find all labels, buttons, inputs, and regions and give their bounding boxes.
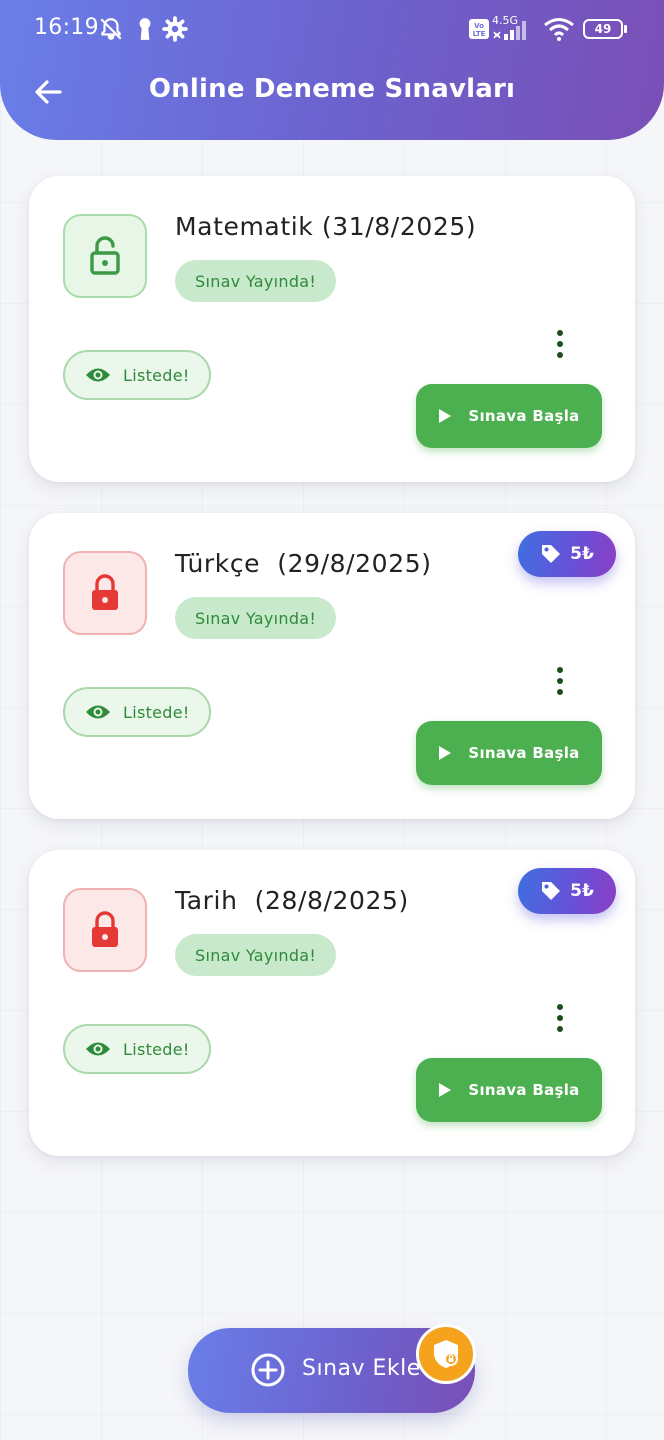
start-exam-label: Sınava Başla — [468, 407, 580, 425]
play-icon — [439, 1083, 452, 1097]
more-options-button[interactable] — [550, 1000, 570, 1036]
tag-icon — [542, 882, 561, 900]
more-options-button[interactable] — [550, 326, 570, 362]
listed-badge[interactable]: Listede! — [63, 350, 211, 400]
exam-card-turkce: Türkçe (29/8/2025) Sınav Yayında! 5₺ Lis… — [29, 513, 635, 819]
battery-tip — [624, 25, 627, 33]
lock-icon — [92, 911, 118, 947]
eye-icon — [86, 705, 110, 719]
svg-text:Vo: Vo — [474, 22, 484, 30]
more-options-button[interactable] — [550, 663, 570, 699]
exam-title: Türkçe (29/8/2025) — [175, 549, 432, 578]
signal-icon — [493, 21, 526, 40]
more-vert-icon — [557, 667, 563, 673]
svg-text:LTE: LTE — [473, 30, 486, 38]
status-bar: 16:19 Vo LTE 4.5G 49 — [0, 0, 664, 58]
status-badge: Sınav Yayında! — [175, 260, 337, 302]
lock-status — [63, 551, 147, 635]
page-title: Online Deneme Sınavları — [148, 74, 516, 104]
exam-card-tarih: Tarih (28/8/2025) Sınav Yayında! 5₺ List… — [29, 850, 635, 1156]
status-badge: Sınav Yayında! — [175, 934, 337, 976]
lock-open-icon — [90, 236, 120, 275]
more-vert-icon — [557, 330, 563, 336]
app-header: 16:19 Vo LTE 4.5G 49 Online Deneme Sınav… — [0, 0, 664, 140]
lock-icon — [92, 574, 118, 610]
start-exam-button[interactable]: Sınava Başla — [416, 1058, 602, 1122]
play-icon — [439, 746, 452, 760]
notifications-off-icon — [100, 18, 122, 40]
lock-status — [63, 214, 147, 298]
listed-label: Listede! — [123, 1039, 190, 1059]
start-exam-button[interactable]: Sınava Başla — [416, 384, 602, 448]
status-time: 16:19 — [34, 15, 99, 40]
listed-label: Listede! — [123, 702, 190, 722]
more-vert-icon — [557, 1004, 563, 1010]
exam-title: Matematik (31/8/2025) — [175, 212, 477, 241]
price-label: 5₺ — [570, 881, 594, 901]
status-badge: Sınav Yayında! — [175, 597, 337, 639]
price-tag: 5₺ — [518, 868, 616, 914]
eye-icon — [86, 368, 110, 382]
start-exam-label: Sınava Başla — [468, 1081, 580, 1099]
volte-icon: Vo LTE — [469, 19, 489, 39]
wifi-icon — [544, 18, 574, 41]
start-exam-button[interactable]: Sınava Başla — [416, 721, 602, 785]
tag-icon — [542, 545, 561, 563]
listed-badge[interactable]: Listede! — [63, 687, 211, 737]
listed-badge[interactable]: Listede! — [63, 1024, 211, 1074]
settings-icon — [162, 16, 188, 42]
keyhole-icon — [139, 18, 151, 40]
shield-lock-icon — [434, 1340, 458, 1368]
listed-label: Listede! — [123, 365, 190, 385]
add-circle-icon — [251, 1353, 285, 1387]
battery-icon: 49 — [583, 19, 623, 39]
eye-icon — [86, 1042, 110, 1056]
battery-level: 49 — [594, 22, 612, 36]
exam-title: Tarih (28/8/2025) — [175, 886, 409, 915]
admin-shield-badge[interactable] — [416, 1324, 476, 1384]
price-tag: 5₺ — [518, 531, 616, 577]
exam-card-matematik: Matematik (31/8/2025) Sınav Yayında! Lis… — [29, 176, 635, 482]
add-exam-label: Sınav Ekle — [302, 1356, 421, 1381]
lock-status — [63, 888, 147, 972]
price-label: 5₺ — [570, 544, 594, 564]
play-icon — [439, 409, 452, 423]
start-exam-label: Sınava Başla — [468, 744, 580, 762]
